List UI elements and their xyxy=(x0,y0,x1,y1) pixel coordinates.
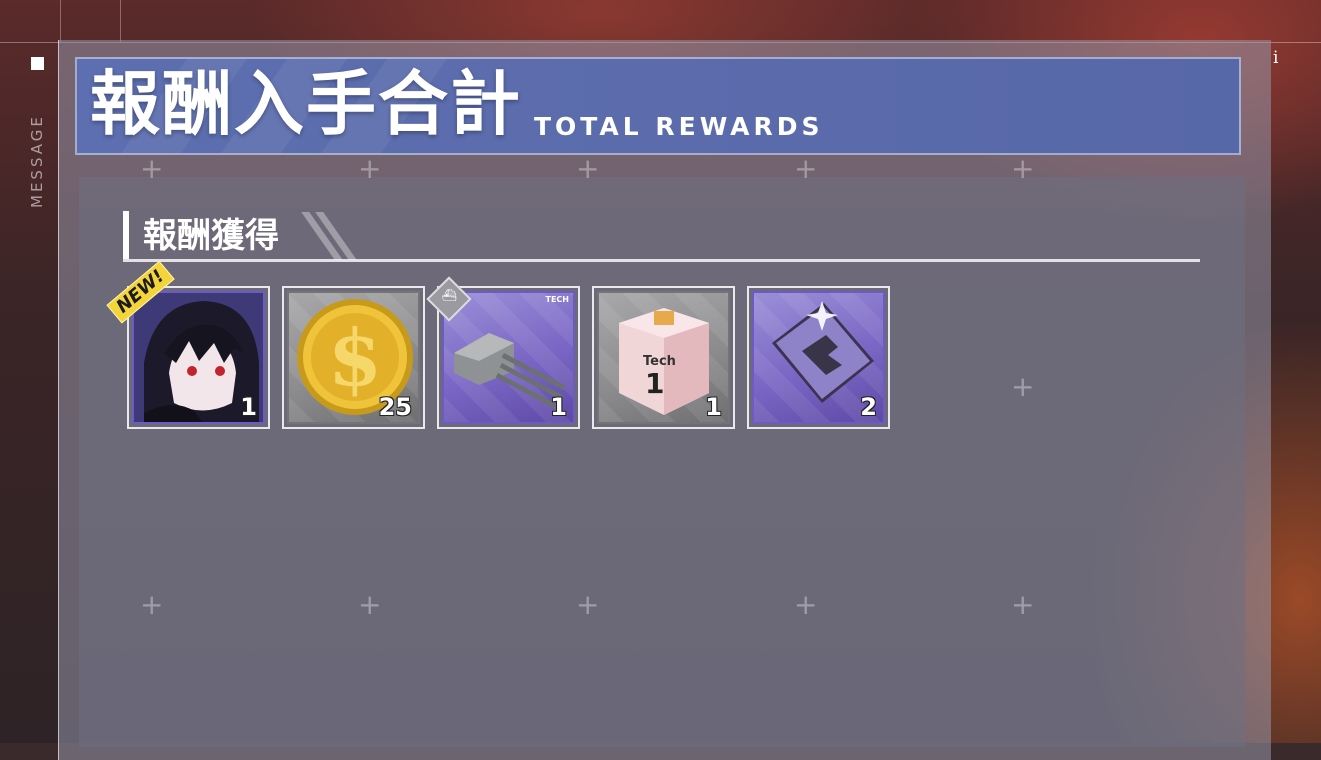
section-title: 報酬獲得 xyxy=(143,216,279,256)
grid-cross-decoration: + xyxy=(1011,370,1035,403)
top-divider-tick xyxy=(120,0,121,42)
grid-cross-decoration: + xyxy=(1011,152,1035,185)
message-marker-icon xyxy=(31,57,44,70)
tech-corner-label: TECH xyxy=(545,295,570,304)
grid-cross-decoration: + xyxy=(576,588,600,621)
reward-count: 1 xyxy=(240,393,257,421)
rewards-content-area xyxy=(79,177,1245,747)
page-title: 報酬入手合計 xyxy=(90,62,522,145)
side-message-label: MESSAGE xyxy=(28,114,46,208)
reward-item-plate[interactable]: 2 xyxy=(747,286,890,429)
svg-text:$: $ xyxy=(328,313,382,404)
reward-count: 1 xyxy=(705,393,722,421)
page-subtitle: TOTAL REWARDS xyxy=(534,112,824,141)
grid-cross-decoration: + xyxy=(794,588,818,621)
grid-cross-decoration: + xyxy=(358,152,382,185)
grid-cross-decoration: + xyxy=(794,152,818,185)
grid-cross-decoration: + xyxy=(140,152,164,185)
grid-cross-decoration: + xyxy=(1011,588,1035,621)
grid-cross-decoration: + xyxy=(576,152,600,185)
reward-item-tech-box[interactable]: Tech 1 1 xyxy=(592,286,735,429)
section-accent-bar xyxy=(123,211,129,259)
section-divider xyxy=(123,259,1200,262)
info-icon[interactable]: i xyxy=(1273,48,1278,68)
reward-count: 25 xyxy=(378,393,412,421)
grid-cross-decoration: + xyxy=(358,588,382,621)
top-divider-tick xyxy=(60,0,61,42)
reward-count: 1 xyxy=(550,393,567,421)
reward-item-character[interactable]: 1 xyxy=(127,286,270,429)
reward-item-coin[interactable]: $ 25 xyxy=(282,286,425,429)
tech-box-number: 1 xyxy=(645,367,664,400)
grid-cross-decoration: + xyxy=(140,588,164,621)
reward-count: 2 xyxy=(860,393,877,421)
